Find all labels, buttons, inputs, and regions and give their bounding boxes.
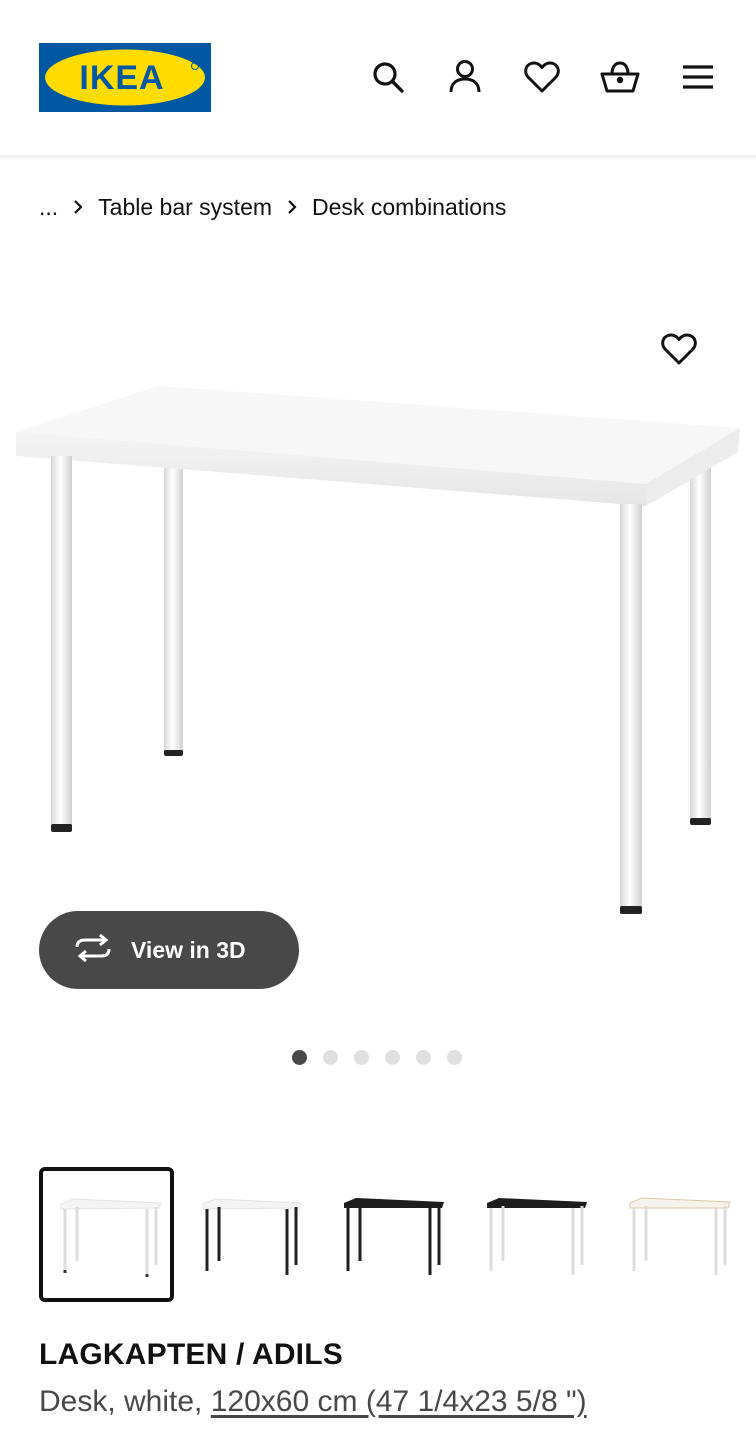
header-divider	[0, 155, 756, 161]
variant-thumbnails	[39, 1167, 756, 1302]
breadcrumb-table-bar-system[interactable]: Table bar system	[98, 194, 272, 221]
pager-dot-5[interactable]	[416, 1050, 431, 1065]
breadcrumb-desk-combinations[interactable]: Desk combinations	[312, 194, 506, 221]
svg-text:IKEA: IKEA	[79, 59, 164, 97]
variant-white-desk-black-legs[interactable]	[187, 1167, 322, 1302]
chevron-right-icon	[58, 199, 98, 215]
add-to-favourites-button[interactable]	[656, 326, 702, 372]
pager-dot-6[interactable]	[447, 1050, 462, 1065]
pager-dot-4[interactable]	[385, 1050, 400, 1065]
top-header: IKEA	[0, 0, 756, 155]
view-in-3d-label: View in 3D	[131, 936, 246, 963]
product-size-link[interactable]: 120x60 cm (47 1/4x23 5/8 ")	[211, 1385, 587, 1418]
rotate-3d-icon	[73, 933, 113, 967]
pager-dot-2[interactable]	[323, 1050, 338, 1065]
menu-icon[interactable]	[678, 57, 718, 97]
account-icon[interactable]	[445, 57, 485, 97]
variant-white-desk-white-legs[interactable]	[39, 1167, 174, 1302]
search-icon[interactable]	[368, 57, 408, 97]
pager-dot-1[interactable]	[292, 1050, 307, 1065]
product-description: Desk, white, 120x60 cm (47 1/4x23 5/8 ")	[39, 1385, 587, 1419]
variant-black-desk-white-legs[interactable]	[473, 1167, 608, 1302]
breadcrumb-ellipsis[interactable]: ...	[39, 194, 58, 221]
view-in-3d-button[interactable]: View in 3D	[39, 911, 299, 989]
image-pager	[292, 1050, 478, 1065]
variant-birch-desk-white-legs[interactable]	[616, 1167, 751, 1302]
basket-icon[interactable]	[600, 57, 640, 97]
ikea-logo[interactable]: IKEA	[39, 43, 211, 112]
product-name: LAGKAPTEN / ADILS	[39, 1338, 343, 1371]
product-type-color: Desk, white,	[39, 1385, 211, 1418]
chevron-right-icon	[272, 199, 312, 215]
pager-dot-3[interactable]	[354, 1050, 369, 1065]
heart-icon	[661, 333, 697, 365]
favourites-icon[interactable]	[522, 57, 562, 97]
variant-black-desk-black-legs[interactable]	[330, 1167, 465, 1302]
breadcrumb: ... Table bar system Desk combinations	[39, 192, 506, 222]
product-image[interactable]	[0, 300, 756, 940]
